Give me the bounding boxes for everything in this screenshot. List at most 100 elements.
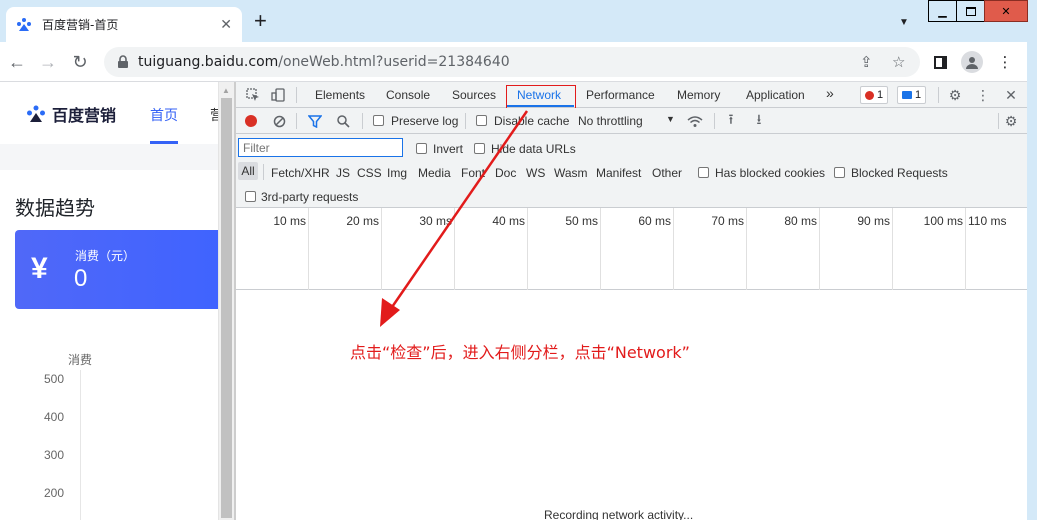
tab-title: 百度营销-首页 [42,18,119,32]
tab-search-icon[interactable]: ▼ [899,17,909,28]
scrollbar-thumb[interactable] [221,98,232,518]
disable-cache-label: Disable cache [494,114,570,128]
address-bar[interactable]: tuiguang.baidu.com/oneWeb.html?userid=21… [104,47,920,77]
devtools-menu-icon[interactable]: ⋮ [974,86,992,104]
avatar [961,51,983,73]
tabbar-separator [938,87,939,103]
has-blocked-cookies-checkbox[interactable] [698,167,709,178]
spend-card[interactable]: ¥ 消费（元） 0 [15,230,218,309]
message-count: 1 [915,89,922,101]
timeline-gridline [746,208,747,290]
nav-home[interactable]: 首页 [150,105,178,125]
network-conditions-icon[interactable] [686,112,704,130]
tab-sources[interactable]: Sources [452,88,496,102]
filter-funnel-icon[interactable] [306,112,324,130]
logo-text: 百度营销 [52,106,117,125]
filter-all[interactable]: All [238,162,258,180]
clear-icon[interactable] [270,112,288,130]
record-icon[interactable] [245,115,257,127]
filter-doc[interactable]: Doc [495,166,516,180]
import-har-icon[interactable]: ⭱ [722,111,740,130]
third-party-checkbox[interactable] [245,191,256,202]
invert-checkbox[interactable] [416,143,427,154]
filter-font[interactable]: Font [461,166,485,180]
annotation-text: 点击“检查”后，进入右侧分栏，点击“Network” [350,343,690,362]
preserve-log-label: Preserve log [391,114,459,128]
more-tabs-icon[interactable]: » [826,85,834,101]
close-devtools-icon[interactable]: ✕ [1002,86,1020,104]
baidu-marketing-logo[interactable]: 百度营销 [26,102,116,126]
settings-gear-icon[interactable]: ⚙ [946,86,964,104]
timeline-gridline [381,208,382,290]
disable-cache-checkbox[interactable] [476,115,487,126]
throttling-select[interactable]: No throttling [578,114,643,128]
filter-img[interactable]: Img [387,166,407,180]
timeline-gridline [673,208,674,290]
tab-performance[interactable]: Performance [586,88,655,102]
browser-tab[interactable]: 百度营销-首页 ✕ [6,7,242,42]
network-tab-highlight [506,85,576,109]
browser-titlebar: 百度营销-首页 ✕ + ▼ ▁ ✕ [0,0,1037,42]
new-tab-button[interactable]: + [254,10,267,32]
minimize-button[interactable]: ▁ [928,0,957,22]
device-icon [271,88,285,102]
tab-console[interactable]: Console [386,88,430,102]
back-icon[interactable]: ← [5,50,29,74]
timeline-label: 70 ms [711,214,744,228]
toolbar-separator [465,113,466,129]
filter-ws[interactable]: WS [526,166,545,180]
preserve-log-checkbox[interactable] [373,115,384,126]
star-icon[interactable]: ☆ [892,53,905,71]
toolbar-separator [714,113,715,129]
filter-js[interactable]: JS [336,166,350,180]
network-overview-timeline[interactable]: 10 ms 20 ms 30 ms 40 ms 50 ms 60 ms 70 m… [236,208,1027,290]
timeline-label: 40 ms [492,214,525,228]
message-badge[interactable]: 1 [897,86,927,104]
filter-media[interactable]: Media [418,166,451,180]
tab-memory[interactable]: Memory [677,88,720,102]
error-badge[interactable]: 1 [860,86,889,104]
filter-separator [263,164,264,180]
toolbar-separator [362,113,363,129]
hide-data-urls-checkbox[interactable] [474,143,485,154]
sidepanel-icon[interactable] [928,50,952,74]
tab-close-icon[interactable]: ✕ [220,16,232,33]
inspect-element-icon[interactable] [244,86,262,104]
tab-application[interactable]: Application [746,88,805,102]
profile-icon[interactable] [960,50,984,74]
timeline-gridline [454,208,455,290]
filter-fetch-xhr[interactable]: Fetch/XHR [271,166,330,180]
reload-icon[interactable]: ↻ [68,50,92,74]
timeline-label: 20 ms [346,214,379,228]
search-icon[interactable] [334,112,352,130]
window-edge [1027,42,1037,520]
tab-elements[interactable]: Elements [315,88,365,102]
filter-wasm[interactable]: Wasm [554,166,588,180]
menu-icon[interactable]: ⋮ [993,50,1017,74]
page-main: 数据趋势 ¥ 消费（元） 0 消费 500 400 300 200 [0,170,218,520]
network-settings-icon[interactable]: ⚙ [1002,112,1020,130]
hide-data-urls-label: Hide data URLs [491,142,576,156]
filter-manifest[interactable]: Manifest [596,166,641,180]
close-window-button[interactable]: ✕ [984,0,1028,22]
timeline-label: 30 ms [419,214,452,228]
chart-y-axis [80,370,81,520]
throttling-dropdown-icon[interactable]: ▼ [666,114,675,124]
scroll-up-icon[interactable]: ▲ [222,86,230,95]
filter-css[interactable]: CSS [357,166,382,180]
cursor-icon [246,88,259,101]
url-text: tuiguang.baidu.com/oneWeb.html?userid=21… [138,54,510,70]
maximize-button[interactable] [956,0,985,22]
share-icon[interactable]: ⇪ [860,53,873,71]
y-tick: 200 [43,486,64,500]
device-toolbar-icon[interactable] [269,86,287,104]
page-scrollbar[interactable]: ▲ [218,82,234,520]
filter-other[interactable]: Other [652,166,682,180]
nav-next[interactable]: 营 [210,105,218,125]
filter-input[interactable] [238,138,403,157]
export-har-icon[interactable]: ⭳ [750,111,768,130]
section-title: 数据趋势 [15,196,95,220]
blocked-requests-checkbox[interactable] [834,167,845,178]
sidepanel-glyph-icon [933,55,947,69]
forward-icon[interactable]: → [36,50,60,74]
